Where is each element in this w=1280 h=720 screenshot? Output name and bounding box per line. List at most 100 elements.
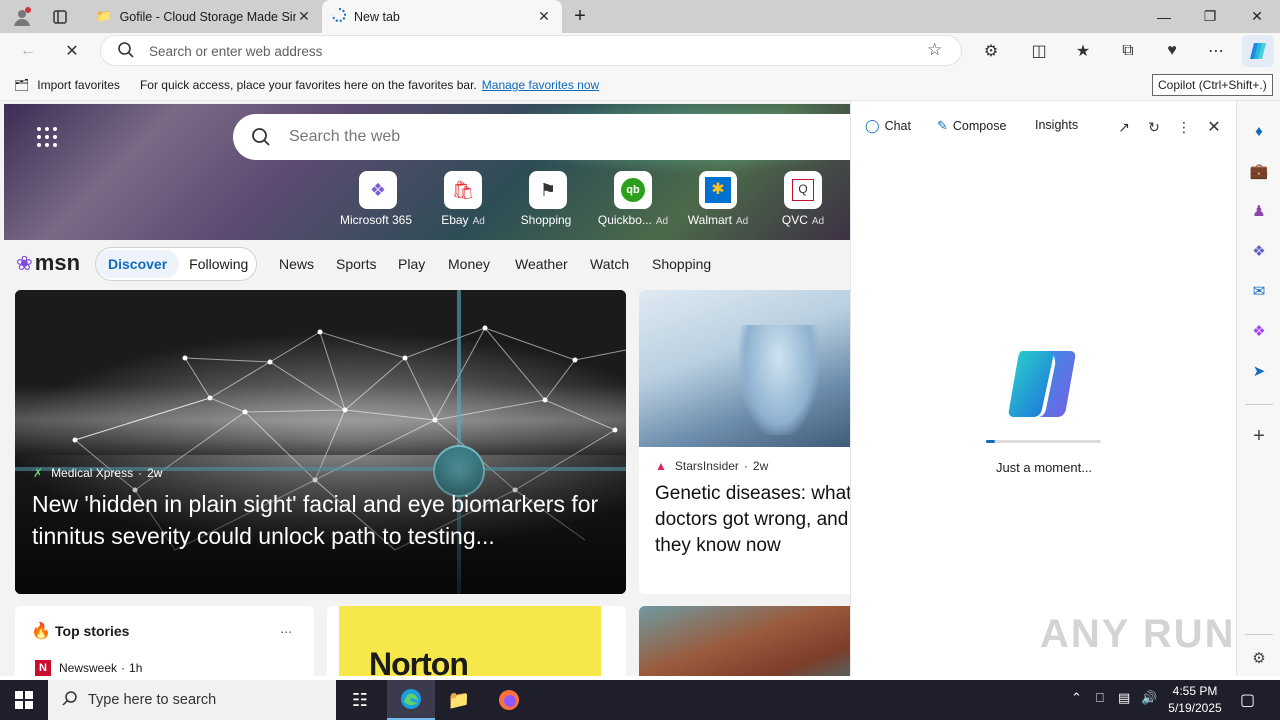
tab-following[interactable]: Following <box>179 256 258 272</box>
designer-icon[interactable]: ❖ <box>1247 319 1271 343</box>
settings-more-icon[interactable]: ⋯ <box>1200 35 1232 67</box>
task-view-icon[interactable]: ☷ <box>336 680 384 720</box>
compose-icon: ✎ <box>937 118 948 133</box>
quick-link-quickbooks[interactable]: qb Quickbo... Ad <box>588 171 678 227</box>
add-sidebar-app-icon[interactable]: + <box>1247 424 1271 448</box>
split-screen-icon[interactable]: ◫ <box>1023 35 1055 67</box>
story-age: 1h <box>129 661 143 675</box>
windows-start-icon[interactable] <box>0 680 48 720</box>
outlook-icon[interactable]: ✉ <box>1247 279 1271 303</box>
more-options-icon[interactable]: ⋮ <box>1172 115 1196 139</box>
tab-gofile[interactable]: 📁 Gofile - Cloud Storage Made Sim ✕ <box>86 0 322 33</box>
news-card-building[interactable] <box>639 606 850 676</box>
notifications-icon[interactable]: ▢ <box>1240 690 1255 710</box>
new-tab-icon[interactable]: + <box>563 0 597 33</box>
copilot-icon[interactable] <box>1242 35 1274 67</box>
article-headline[interactable]: New 'hidden in plain sight' facial and e… <box>32 488 622 552</box>
new-tab-page: ❖ Microsoft 365 🛍 EbayAd ⚑ Shopping qb Q… <box>0 101 850 676</box>
firefox-icon[interactable] <box>485 680 533 720</box>
stop-loading-icon[interactable]: ✕ <box>56 35 88 67</box>
copilot-tab-chat[interactable]: ◯ Chat <box>865 118 911 134</box>
source-name: Medical Xpress <box>51 466 134 480</box>
chat-icon: ◯ <box>865 118 880 133</box>
close-panel-icon[interactable]: ✕ <box>1202 115 1226 139</box>
taskbar-search-input[interactable] <box>88 692 308 708</box>
network-icon[interactable]: ▤ <box>1118 690 1130 706</box>
copilot-tooltip: Copilot (Ctrl+Shift+.) <box>1152 74 1273 96</box>
quick-link-qvc[interactable]: Q QVC Ad <box>758 171 848 227</box>
loading-icon <box>332 8 346 25</box>
close-tab-icon[interactable]: ✕ <box>536 8 552 25</box>
refresh-icon[interactable]: ↻ <box>1142 115 1166 139</box>
quick-link-microsoft365[interactable]: ❖ Microsoft 365 <box>333 171 423 227</box>
close-window-icon[interactable]: ✕ <box>1234 0 1280 33</box>
volume-icon[interactable]: 🔊 <box>1141 690 1157 706</box>
tab-actions-icon[interactable] <box>40 0 80 33</box>
msn-link-weather[interactable]: Weather <box>515 256 568 272</box>
minimize-icon[interactable]: — <box>1141 0 1187 33</box>
msn-logo[interactable]: ❀ msn <box>16 250 80 276</box>
msn-link-money[interactable]: Money <box>448 256 490 272</box>
drop-icon[interactable]: ➤ <box>1247 359 1271 383</box>
sidebar-settings-icon[interactable]: ⚙ <box>1247 646 1271 670</box>
web-search-input[interactable] <box>289 127 789 147</box>
tab-new-tab[interactable]: New tab ✕ <box>322 0 562 33</box>
file-explorer-icon[interactable]: 📁 <box>435 680 483 720</box>
copilot-logo-icon <box>1008 351 1076 417</box>
quickbooks-icon: qb <box>614 171 652 209</box>
article-headline[interactable]: Genetic diseases: what doctors got wrong… <box>655 481 850 559</box>
favorites-icon[interactable]: ★ <box>1067 35 1099 67</box>
msn-link-watch[interactable]: Watch <box>590 256 629 272</box>
quick-link-ebay[interactable]: 🛍 Ebay Ad <box>418 171 508 227</box>
msn-logo-text: msn <box>34 250 81 275</box>
article-source: ✗ Medical Xpress · 2w <box>33 466 162 480</box>
clock[interactable]: 4:55 PM 5/19/2025 <box>1160 683 1230 717</box>
top-stories-card: 🔥 Top stories ... N Newsweek · 1h <box>15 606 314 676</box>
profile-icon[interactable] <box>4 0 40 33</box>
sidebar-divider <box>1245 634 1273 635</box>
norton-brand: Norton <box>369 646 469 676</box>
tools-icon[interactable]: 💼 <box>1247 159 1271 183</box>
story-source[interactable]: N Newsweek · 1h <box>35 660 142 676</box>
open-in-new-tab-icon[interactable]: ↗ <box>1112 115 1136 139</box>
microsoft365-icon[interactable]: ❖ <box>1247 239 1271 263</box>
news-card-secondary[interactable]: ▲ StarsInsider · 2w Genetic diseases: wh… <box>639 290 850 594</box>
back-icon[interactable]: ← <box>12 35 44 67</box>
restore-icon[interactable]: ❐ <box>1187 0 1233 33</box>
games-icon[interactable]: ♟ <box>1247 199 1271 223</box>
collections-icon[interactable]: ⧉ <box>1112 35 1144 67</box>
favorites-bar: 🗂 Import favorites For quick access, pla… <box>0 69 1280 101</box>
taskbar-search[interactable] <box>48 680 336 720</box>
extensions-icon[interactable]: ⚙ <box>975 35 1007 67</box>
copilot-tab-compose[interactable]: ✎ Compose <box>937 118 1006 134</box>
app-launcher-icon[interactable] <box>36 126 58 151</box>
address-input[interactable] <box>149 42 909 60</box>
favorite-star-icon[interactable]: ☆ <box>927 40 942 60</box>
web-search-box[interactable] <box>233 114 850 160</box>
article-source: ▲ StarsInsider · 2w <box>655 459 768 473</box>
tab-label: Chat <box>884 119 911 133</box>
copilot-tab-insights[interactable]: Insights <box>1035 118 1078 132</box>
msn-link-shopping[interactable]: Shopping <box>652 256 711 272</box>
tab-discover[interactable]: Discover <box>96 250 180 278</box>
ad-label: Ad <box>655 216 669 227</box>
address-bar[interactable]: ☆ <box>100 35 962 66</box>
import-favorites-button[interactable]: Import favorites <box>37 78 120 92</box>
msn-link-play[interactable]: Play <box>398 256 425 272</box>
show-hidden-icons-icon[interactable]: ⌃ <box>1071 690 1082 706</box>
quick-link-shopping[interactable]: ⚑ Shopping <box>503 171 593 227</box>
close-tab-icon[interactable]: ✕ <box>296 8 312 25</box>
edge-browser-icon[interactable] <box>387 680 435 720</box>
manage-favorites-link[interactable]: Manage favorites now <box>482 78 599 92</box>
news-card-main[interactable]: ✗ Medical Xpress · 2w New 'hidden in pla… <box>15 290 626 594</box>
browser-essentials-icon[interactable]: ♥ <box>1156 35 1188 67</box>
shopping-tag-icon[interactable]: ♦ <box>1247 119 1271 143</box>
device-icon[interactable]: ⎕ <box>1096 690 1104 706</box>
more-options-button[interactable]: ... <box>280 620 292 636</box>
msn-link-news[interactable]: News <box>279 256 314 272</box>
quick-link-label: Ebay <box>441 213 469 227</box>
article-age: 2w <box>752 459 769 473</box>
msn-link-sports[interactable]: Sports <box>336 256 376 272</box>
quick-link-walmart[interactable]: ✱ Walmart Ad <box>673 171 763 227</box>
norton-ad-card[interactable]: Norton <box>327 606 626 676</box>
